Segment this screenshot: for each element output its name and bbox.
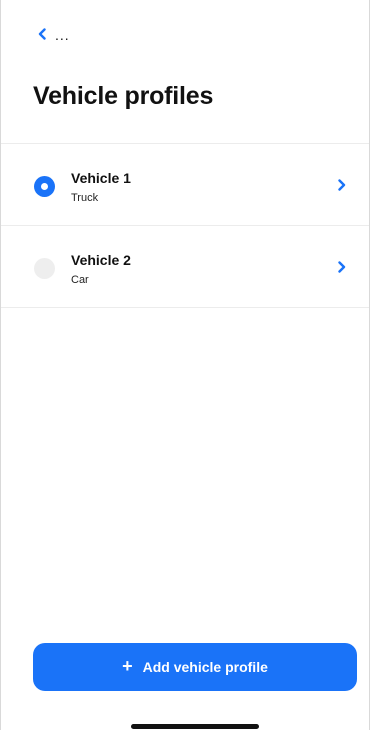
chevron-left-icon — [35, 27, 49, 41]
home-indicator — [131, 724, 259, 729]
add-vehicle-profile-button[interactable]: + Add vehicle profile — [33, 643, 357, 691]
vehicle-profiles-screen: ... Vehicle profiles Vehicle 1 Truck Veh… — [0, 0, 370, 730]
back-button[interactable]: ... — [35, 22, 70, 46]
vehicle-type: Car — [71, 274, 89, 286]
radio-unselected[interactable] — [34, 258, 55, 279]
vehicle-row-1[interactable]: Vehicle 1 Truck — [1, 144, 369, 226]
top-bar: ... — [1, 0, 369, 62]
add-vehicle-profile-label: Add vehicle profile — [142, 659, 268, 675]
vehicle-row-2[interactable]: Vehicle 2 Car — [1, 226, 369, 308]
radio-selected[interactable] — [34, 176, 55, 197]
chevron-right-icon[interactable] — [335, 260, 349, 274]
back-label: ... — [55, 27, 70, 43]
plus-icon: + — [122, 656, 133, 676]
vehicle-type: Truck — [71, 192, 99, 204]
chevron-right-icon[interactable] — [335, 178, 349, 192]
vehicle-name: Vehicle 1 — [71, 170, 131, 186]
vehicle-name: Vehicle 2 — [71, 252, 131, 268]
vehicle-list: Vehicle 1 Truck Vehicle 2 Car — [1, 143, 369, 308]
page-title: Vehicle profiles — [33, 82, 214, 110]
